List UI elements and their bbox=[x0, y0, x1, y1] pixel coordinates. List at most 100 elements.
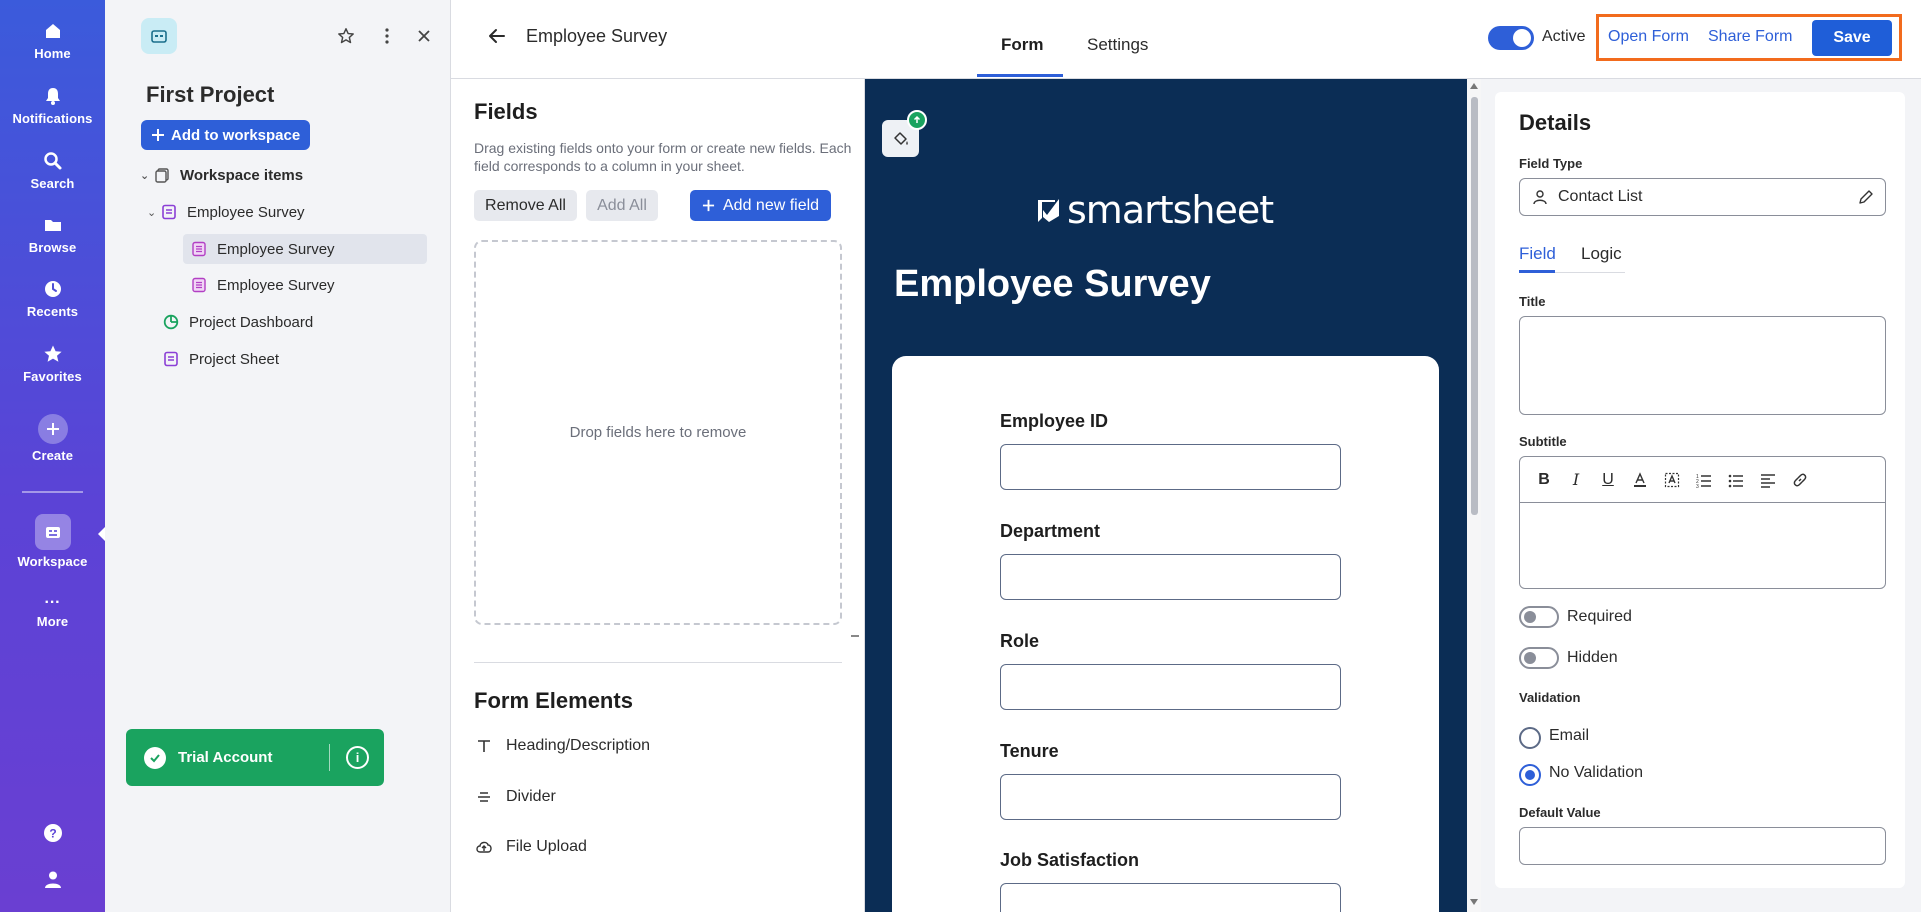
title-label: Title bbox=[1519, 294, 1546, 309]
tree-item-label: Employee Survey bbox=[217, 276, 335, 294]
add-new-field-button[interactable]: Add new field bbox=[690, 190, 832, 221]
folder-icon bbox=[42, 214, 64, 236]
workspace-logo-icon bbox=[141, 18, 177, 54]
tree-item-workspace-items[interactable]: ⌄ Workspace items bbox=[140, 160, 440, 190]
tree-item-employee-survey-sheet[interactable]: ⌄ Employee Survey bbox=[147, 197, 447, 227]
preview-scrollbar[interactable] bbox=[1467, 79, 1481, 912]
form-question: Job Satisfaction bbox=[1000, 850, 1341, 912]
rail-item-home[interactable]: Home bbox=[0, 20, 105, 61]
switch-knob bbox=[1524, 652, 1536, 664]
svg-text:3: 3 bbox=[1696, 484, 1699, 488]
kebab-icon bbox=[385, 28, 389, 44]
remove-all-button[interactable]: Remove All bbox=[474, 190, 577, 221]
share-form-button[interactable]: Share Form bbox=[1708, 28, 1792, 46]
title-textarea[interactable] bbox=[1519, 316, 1886, 415]
workspace-panel: First Project Add to workspace ⌄ Workspa… bbox=[105, 0, 451, 912]
tab-form[interactable]: Form bbox=[1001, 35, 1044, 55]
save-button[interactable]: Save bbox=[1812, 20, 1892, 56]
form-element-label: Heading/Description bbox=[506, 737, 651, 754]
toggle-knob bbox=[1513, 29, 1531, 47]
question-input[interactable] bbox=[1000, 444, 1341, 490]
default-value-input[interactable] bbox=[1519, 827, 1886, 865]
validation-none-radio[interactable] bbox=[1519, 764, 1541, 786]
numbered-list-icon[interactable]: 123 bbox=[1694, 470, 1714, 490]
tab-settings[interactable]: Settings bbox=[1087, 35, 1148, 55]
document-title: Employee Survey bbox=[526, 26, 668, 46]
scrollbar-thumb[interactable] bbox=[1471, 97, 1478, 515]
rich-text-toolbar: B I U 123 bbox=[1520, 457, 1885, 503]
form-element-file-upload[interactable]: File Upload bbox=[474, 835, 587, 859]
rail-item-notifications[interactable]: Notifications bbox=[0, 85, 105, 126]
add-all-button[interactable]: Add All bbox=[586, 190, 658, 221]
tab-logic[interactable]: Logic bbox=[1581, 244, 1622, 264]
workspace-title: First Project bbox=[146, 82, 275, 107]
required-switch[interactable] bbox=[1519, 606, 1559, 628]
paint-bucket-icon bbox=[893, 131, 908, 145]
check-circle-icon bbox=[144, 746, 166, 769]
remove-dropzone[interactable]: Drop fields here to remove bbox=[474, 240, 842, 625]
form-question: Role bbox=[1000, 631, 1341, 710]
field-type-label: Field Type bbox=[1519, 156, 1583, 171]
question-label: Department bbox=[1000, 521, 1101, 541]
upload-icon bbox=[474, 839, 494, 855]
panel-resize-handle[interactable] bbox=[851, 635, 859, 637]
rail-item-workspace[interactable]: Workspace bbox=[0, 514, 105, 569]
rail-item-browse[interactable]: Browse bbox=[0, 214, 105, 255]
trial-account-banner[interactable]: Trial Account i bbox=[126, 729, 384, 786]
link-icon[interactable] bbox=[1790, 470, 1810, 490]
trial-divider bbox=[329, 744, 330, 771]
question-label: Role bbox=[1000, 631, 1040, 651]
fields-heading: Fields bbox=[474, 99, 538, 124]
info-icon[interactable]: i bbox=[346, 746, 369, 769]
form-element-divider[interactable]: Divider bbox=[474, 785, 556, 809]
back-button[interactable] bbox=[485, 24, 509, 48]
rail-item-recents[interactable]: Recents bbox=[0, 278, 105, 319]
validation-none-label: No Validation bbox=[1549, 764, 1643, 781]
rail-item-create[interactable]: Create bbox=[0, 414, 105, 463]
add-to-workspace-button[interactable]: Add to workspace bbox=[141, 120, 311, 150]
more-options-button[interactable] bbox=[375, 24, 399, 48]
form-element-heading-description[interactable]: Heading/Description bbox=[474, 734, 650, 758]
scroll-up-arrow-icon[interactable] bbox=[1470, 83, 1478, 89]
open-form-button[interactable]: Open Form bbox=[1608, 28, 1689, 46]
rail-item-search[interactable]: Search bbox=[0, 150, 105, 191]
tab-field[interactable]: Field bbox=[1519, 244, 1556, 264]
scroll-down-arrow-icon[interactable] bbox=[1470, 899, 1478, 905]
question-input[interactable] bbox=[1000, 554, 1341, 600]
star-outline-icon bbox=[338, 28, 354, 44]
required-label: Required bbox=[1567, 608, 1632, 625]
tree-item-employee-survey-form[interactable]: Employee Survey bbox=[191, 270, 427, 300]
active-toggle[interactable] bbox=[1488, 26, 1534, 50]
home-icon bbox=[42, 20, 64, 42]
text-color-icon[interactable] bbox=[1630, 470, 1650, 490]
underline-icon[interactable]: U bbox=[1598, 470, 1618, 490]
question-input[interactable] bbox=[1000, 664, 1341, 710]
align-left-icon[interactable] bbox=[1758, 470, 1778, 490]
rail-divider bbox=[22, 491, 83, 493]
bulleted-list-icon[interactable] bbox=[1726, 470, 1746, 490]
tree-item-project-sheet[interactable]: Project Sheet bbox=[163, 344, 427, 374]
workspace-icon bbox=[34, 514, 71, 550]
hidden-switch[interactable] bbox=[1519, 647, 1559, 669]
question-input[interactable] bbox=[1000, 774, 1341, 820]
bold-icon[interactable]: B bbox=[1534, 470, 1554, 490]
italic-icon[interactable]: I bbox=[1566, 470, 1586, 490]
close-panel-button[interactable] bbox=[412, 24, 436, 48]
validation-email-radio[interactable] bbox=[1519, 727, 1541, 749]
question-input[interactable] bbox=[1000, 883, 1341, 912]
search-icon bbox=[42, 150, 64, 172]
subtitle-editor[interactable]: B I U 123 bbox=[1519, 456, 1886, 589]
form-card: Employee ID Department Role Tenure Job S… bbox=[892, 356, 1439, 912]
field-type-select[interactable]: Contact List bbox=[1519, 178, 1886, 216]
profile-button[interactable] bbox=[0, 868, 105, 890]
form-element-label: File Upload bbox=[506, 838, 587, 855]
tree-item-employee-survey-form-selected[interactable]: Employee Survey bbox=[183, 234, 427, 264]
highlight-icon[interactable] bbox=[1662, 470, 1682, 490]
top-bar: Employee Survey Form Settings Active Ope… bbox=[451, 0, 1921, 79]
rail-item-more[interactable]: ··· More bbox=[0, 594, 105, 629]
tree-item-project-dashboard[interactable]: Project Dashboard bbox=[163, 307, 427, 337]
rail-item-favorites[interactable]: Favorites bbox=[0, 343, 105, 384]
favorite-star-button[interactable] bbox=[334, 24, 358, 48]
help-button[interactable]: ? bbox=[0, 822, 105, 844]
pencil-icon[interactable] bbox=[1857, 188, 1875, 211]
